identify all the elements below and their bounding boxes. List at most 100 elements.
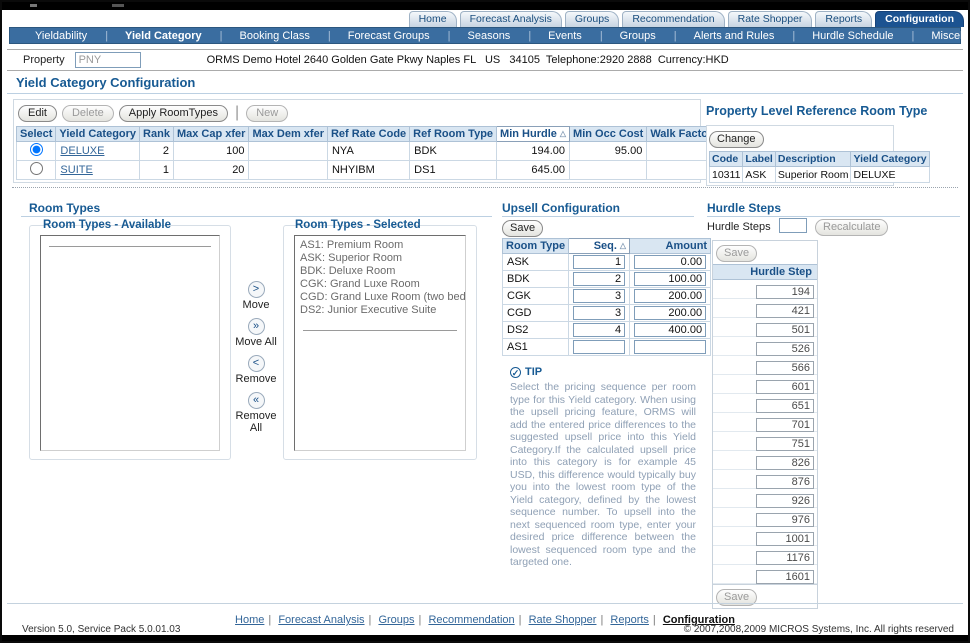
recalculate-button[interactable]: Recalculate bbox=[815, 219, 888, 236]
amount-input[interactable] bbox=[634, 255, 706, 269]
hurdle-step-row bbox=[713, 470, 817, 489]
col-min-hurdle[interactable]: Min Hurdle△ bbox=[497, 127, 570, 142]
move-all-button[interactable]: » bbox=[248, 318, 265, 335]
nav-alerts-and-rules[interactable]: Alerts and Rules bbox=[665, 30, 784, 42]
hurdle-steps-count-input[interactable] bbox=[779, 218, 807, 233]
hurdle-step-row bbox=[713, 280, 817, 299]
orms-configuration-window: Home Forecast Analysis Groups Recommenda… bbox=[0, 0, 970, 643]
tab-configuration[interactable]: Configuration bbox=[875, 11, 964, 27]
tab-reports[interactable]: Reports bbox=[815, 11, 872, 27]
reference-room-type-table: Code Label Description Yield Category 10… bbox=[709, 151, 930, 183]
remove-all-button[interactable]: « bbox=[248, 392, 265, 409]
list-item[interactable]: CGK: Grand Luxe Room bbox=[295, 278, 465, 291]
footer-link-rate-shopper[interactable]: Rate Shopper bbox=[529, 614, 597, 626]
amount-input[interactable] bbox=[634, 323, 706, 337]
upsell-save-button[interactable]: Save bbox=[502, 220, 543, 237]
nav-events[interactable]: Events bbox=[519, 30, 591, 42]
tip-heading: ✓ TIP bbox=[510, 366, 542, 378]
col-select[interactable]: Select bbox=[17, 127, 56, 142]
hurdle-step-input[interactable] bbox=[756, 399, 814, 413]
hurdle-step-input[interactable] bbox=[756, 570, 814, 584]
nav-booking-class[interactable]: Booking Class bbox=[211, 30, 319, 42]
col-ref-room-type[interactable]: Ref Room Type bbox=[410, 127, 497, 142]
nav-yield-category[interactable]: Yield Category bbox=[96, 30, 210, 42]
cell-max-cap-xfer: 100 bbox=[173, 142, 248, 161]
tab-rate-shopper[interactable]: Rate Shopper bbox=[728, 11, 813, 27]
available-room-types-listbox[interactable] bbox=[40, 235, 220, 451]
seq-input[interactable] bbox=[573, 340, 625, 354]
seq-input[interactable] bbox=[573, 289, 625, 303]
footer-link-home[interactable]: Home bbox=[235, 614, 264, 626]
hurdle-step-input[interactable] bbox=[756, 456, 814, 470]
amount-input[interactable] bbox=[634, 289, 706, 303]
new-button[interactable]: New bbox=[246, 105, 288, 122]
nav-hurdle-schedule[interactable]: Hurdle Schedule bbox=[783, 30, 902, 42]
apply-roomtypes-button[interactable]: Apply RoomTypes bbox=[119, 105, 228, 122]
amount-input[interactable] bbox=[634, 306, 706, 320]
nav-miscellaneous[interactable]: Miscellaneous bbox=[903, 30, 970, 42]
nav-yieldability[interactable]: Yieldability bbox=[26, 30, 96, 42]
hurdle-step-input[interactable] bbox=[756, 532, 814, 546]
footer-link-recommendation[interactable]: Recommendation bbox=[428, 614, 514, 626]
amount-input[interactable] bbox=[634, 272, 706, 286]
col-ref-rate-code[interactable]: Ref Rate Code bbox=[327, 127, 409, 142]
hurdle-step-input[interactable] bbox=[756, 304, 814, 318]
move-button[interactable]: > bbox=[248, 281, 265, 298]
footer-link-reports[interactable]: Reports bbox=[610, 614, 649, 626]
col-yield-category[interactable]: Yield Category bbox=[56, 127, 140, 142]
yield-category-link[interactable]: DELUXE bbox=[60, 145, 104, 157]
hurdle-step-input[interactable] bbox=[756, 342, 814, 356]
hurdle-step-input[interactable] bbox=[756, 475, 814, 489]
nav-forecast-groups[interactable]: Forecast Groups bbox=[319, 30, 439, 42]
seq-input[interactable] bbox=[573, 306, 625, 320]
delete-button[interactable]: Delete bbox=[62, 105, 114, 122]
seq-input[interactable] bbox=[573, 272, 625, 286]
seq-input[interactable] bbox=[573, 255, 625, 269]
change-button[interactable]: Change bbox=[709, 131, 764, 148]
tip-title: TIP bbox=[525, 366, 542, 378]
tab-home[interactable]: Home bbox=[409, 11, 457, 27]
hurdle-step-input[interactable] bbox=[756, 380, 814, 394]
footer-link-forecast-analysis[interactable]: Forecast Analysis bbox=[278, 614, 364, 626]
tab-forecast-analysis[interactable]: Forecast Analysis bbox=[460, 11, 562, 27]
selected-room-types-listbox[interactable]: AS1: Premium Room ASK: Superior Room BDK… bbox=[294, 235, 466, 451]
hurdle-step-input[interactable] bbox=[756, 513, 814, 527]
list-item[interactable]: BDK: Deluxe Room bbox=[295, 265, 465, 278]
hurdle-step-row bbox=[713, 337, 817, 356]
col-rank[interactable]: Rank bbox=[140, 127, 174, 142]
yield-category-link[interactable]: SUITE bbox=[60, 164, 92, 176]
property-description: ORMS Demo Hotel 2640 Golden Gate Pkwy Na… bbox=[207, 54, 729, 66]
row-select-radio[interactable] bbox=[30, 143, 43, 156]
remove-button-label: Remove bbox=[229, 373, 283, 385]
seq-input[interactable] bbox=[573, 323, 625, 337]
nav-groups[interactable]: Groups bbox=[591, 30, 665, 42]
version-text: Version 5.0, Service Pack 5.0.01.03 bbox=[22, 624, 180, 635]
hurdle-step-input[interactable] bbox=[756, 361, 814, 375]
hurdle-save-button-top[interactable]: Save bbox=[716, 245, 757, 262]
col-seq[interactable]: Seq.△ bbox=[569, 239, 630, 254]
hurdle-step-input[interactable] bbox=[756, 285, 814, 299]
col-max-dem-xfer[interactable]: Max Dem xfer bbox=[249, 127, 328, 142]
hurdle-step-input[interactable] bbox=[756, 437, 814, 451]
col-min-occ-cost[interactable]: Min Occ Cost bbox=[570, 127, 647, 142]
list-item[interactable]: DS2: Junior Executive Suite bbox=[295, 304, 465, 317]
list-item[interactable]: AS1: Premium Room bbox=[295, 239, 465, 252]
list-item[interactable]: ASK: Superior Room bbox=[295, 252, 465, 265]
hurdle-step-input[interactable] bbox=[756, 494, 814, 508]
tab-groups[interactable]: Groups bbox=[565, 11, 619, 27]
footer-link-groups[interactable]: Groups bbox=[378, 614, 414, 626]
amount-input[interactable] bbox=[634, 340, 706, 354]
hurdle-step-input[interactable] bbox=[756, 551, 814, 565]
tab-recommendation[interactable]: Recommendation bbox=[622, 11, 724, 27]
cell-room-type: BDK bbox=[503, 271, 569, 288]
hurdle-step-input[interactable] bbox=[756, 323, 814, 337]
col-max-cap-xfer[interactable]: Max Cap xfer bbox=[173, 127, 248, 142]
hurdle-step-input[interactable] bbox=[756, 418, 814, 432]
row-select-radio[interactable] bbox=[30, 162, 43, 175]
edit-button[interactable]: Edit bbox=[18, 105, 57, 122]
list-item[interactable]: CGD: Grand Luxe Room (two beds) bbox=[295, 291, 465, 304]
property-input[interactable] bbox=[75, 52, 141, 68]
remove-button[interactable]: < bbox=[248, 355, 265, 372]
nav-seasons[interactable]: Seasons bbox=[439, 30, 520, 42]
cell-room-type: ASK bbox=[503, 254, 569, 271]
